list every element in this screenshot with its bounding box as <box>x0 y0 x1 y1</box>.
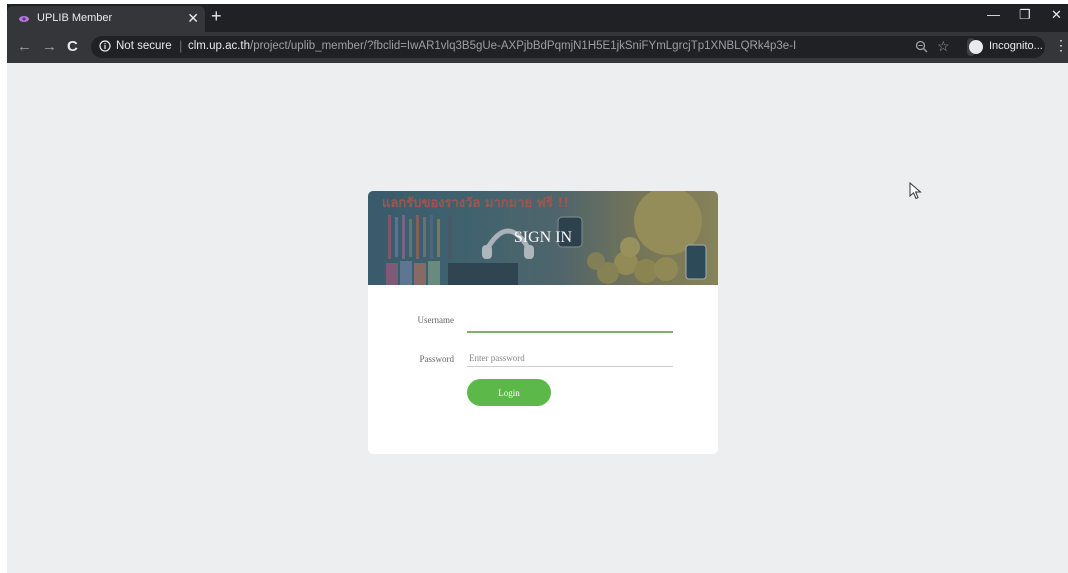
url-text[interactable]: clm.up.ac.th/project/uplib_member/?fbcli… <box>188 40 796 52</box>
url-host: clm.up.ac.th <box>188 40 250 52</box>
favicon-icon <box>19 16 29 22</box>
close-window-icon[interactable]: ✕ <box>1051 7 1062 23</box>
restore-icon[interactable]: ❐ <box>1019 7 1031 23</box>
login-button[interactable]: Login <box>467 379 551 406</box>
minimize-icon[interactable]: — <box>987 7 1000 22</box>
username-input[interactable] <box>467 315 673 333</box>
tab-title: UPLIB Member <box>37 12 113 24</box>
promo-banner: แลกรับของรางวัล มากมาย ฟรี !! SIGN IN <box>368 191 718 285</box>
url-separator: | <box>179 38 183 53</box>
browser-window: UPLIB Member ✕ + — ❐ ✕ ← → C Not secure … <box>7 4 1068 573</box>
password-label: Password <box>419 354 454 364</box>
incognito-label: Incognito... <box>989 40 1043 52</box>
mouse-cursor-icon <box>909 182 922 200</box>
bookmark-star-icon[interactable]: ☆ <box>937 38 950 55</box>
address-bar[interactable]: Not secure | clm.up.ac.th/project/uplib_… <box>91 36 1045 58</box>
incognito-icon <box>969 40 983 54</box>
browser-toolbar: ← → C Not secure | clm.up.ac.th/project/… <box>7 32 1068 63</box>
browser-menu-icon[interactable]: ⋮ <box>1054 37 1068 54</box>
page-viewport: แลกรับของรางวัล มากมาย ฟรี !! SIGN IN Us… <box>7 63 1068 573</box>
tab-uplib-member[interactable]: UPLIB Member ✕ <box>7 6 205 32</box>
incognito-profile-button[interactable]: Incognito... <box>967 38 1043 56</box>
tab-strip: UPLIB Member ✕ + — ❐ ✕ <box>7 4 1068 32</box>
signin-card: แลกรับของรางวัล มากมาย ฟรี !! SIGN IN Us… <box>368 191 718 454</box>
username-label: Username <box>417 315 454 325</box>
back-arrow-icon[interactable]: ← <box>17 38 32 55</box>
zoom-icon[interactable] <box>915 40 928 53</box>
new-tab-plus-icon[interactable]: + <box>211 6 222 27</box>
reload-icon[interactable]: C <box>67 38 78 55</box>
signin-title: SIGN IN <box>513 229 573 246</box>
info-icon[interactable] <box>99 40 111 52</box>
forward-arrow-icon[interactable]: → <box>42 38 57 55</box>
url-path: /project/uplib_member/?fbclid=IwAR1vlq3B… <box>250 40 797 52</box>
not-secure-label[interactable]: Not secure <box>116 40 172 52</box>
tab-close-icon[interactable]: ✕ <box>187 10 199 27</box>
password-input[interactable] <box>467 349 673 367</box>
